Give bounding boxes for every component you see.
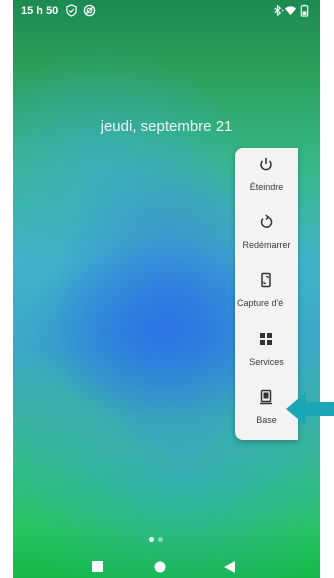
battery-icon (300, 4, 309, 17)
arrow-left-icon (286, 392, 334, 426)
page-dot (158, 537, 163, 542)
grid-icon (260, 333, 272, 345)
services-label: Services (249, 357, 284, 367)
screenshot-icon (261, 272, 271, 288)
screenshot-label: Capture d'é (237, 298, 284, 308)
services-button[interactable]: Services (235, 323, 298, 381)
power-icon (260, 158, 272, 171)
status-bar: 15 h 50 (13, 0, 320, 22)
status-time: 15 h 50 (21, 5, 59, 17)
restart-icon (260, 214, 273, 228)
phone-screen: 15 h 50 jeudi, septembre 21 Éteindre Red… (13, 0, 320, 578)
restart-label: Redémarrer (242, 240, 291, 250)
power-off-button[interactable]: Éteindre (235, 148, 298, 206)
lock-screen-date: jeudi, septembre 21 (100, 118, 233, 135)
screenshot-button[interactable]: Capture d'é (235, 264, 298, 322)
back-triangle-icon[interactable] (224, 561, 235, 573)
restart-button[interactable]: Redémarrer (235, 206, 298, 264)
navigation-bar (13, 556, 320, 578)
page-dot-active (149, 537, 154, 542)
shield-check-icon (66, 4, 77, 17)
no-disturb-icon (83, 4, 96, 17)
power-off-label: Éteindre (249, 182, 284, 192)
bluetooth-icon (274, 4, 284, 17)
phone-icon (260, 389, 272, 405)
home-circle-icon[interactable] (154, 561, 166, 573)
wifi-icon (284, 6, 297, 16)
recents-square-icon[interactable] (92, 561, 103, 572)
